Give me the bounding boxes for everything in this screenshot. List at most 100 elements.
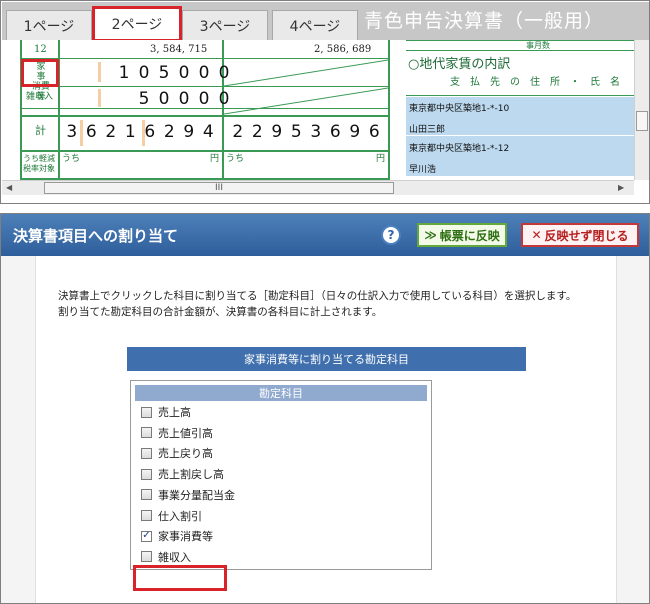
account-list-item[interactable]: ✓ 家事消費等 — [141, 527, 213, 545]
tab-page-2[interactable]: 2ページ — [92, 6, 182, 42]
vertical-scroll-thumb[interactable] — [636, 111, 648, 131]
amount-left: 3, 584, 715 — [150, 44, 208, 55]
payee-address: 東京都中央区築地1-*-12 — [409, 144, 510, 154]
payee-row[interactable]: 東京都中央区築地1-*-12 早川浩 — [406, 136, 634, 176]
amount-right: 2, 586, 689 — [314, 44, 372, 55]
payee-name: 早川浩 — [409, 165, 437, 175]
horizontal-scroll-thumb[interactable]: III — [44, 182, 394, 194]
dialog-margin — [1, 256, 35, 603]
account-list-item[interactable]: 売上戻り高 — [141, 444, 213, 462]
scroll-grip-icon: III — [215, 183, 223, 193]
digit: 9 — [183, 122, 195, 142]
payee-row[interactable]: 東京都中央区築地1-*-10 山田三郎 — [406, 97, 634, 135]
digit-separator — [98, 62, 101, 82]
form-line — [20, 150, 390, 152]
account-item-label: 家事消費等 — [158, 530, 213, 544]
reflect-button[interactable]: ≫ 帳票に反映 — [417, 223, 507, 247]
digit: 0 — [158, 89, 170, 109]
assign-target-header: 家事消費等に割り当てる勘定科目 — [127, 347, 526, 371]
digit: 5 — [158, 63, 170, 83]
payee-column-header: 支 払 先 の 住 所 ・ 氏 名 — [450, 77, 620, 88]
checkbox[interactable] — [141, 406, 152, 418]
account-list-item[interactable]: 仕入割引 — [141, 507, 202, 525]
reduced-tax-line1: うち軽減 — [23, 154, 55, 163]
dialog-header: 決算書項目への割り当て ? ≫ 帳票に反映 ✕ 反映せず閉じる — [1, 214, 649, 256]
digit: 2 — [251, 122, 263, 142]
household-amount[interactable]: 105000 — [114, 63, 234, 83]
yen-left: 円 — [210, 154, 220, 164]
checkbox[interactable] — [141, 468, 152, 480]
tab-page-3[interactable]: 3ページ — [182, 10, 268, 40]
misc-income-amount[interactable]: 50000 — [134, 89, 234, 109]
total-label: 計 — [35, 124, 46, 137]
scroll-right-icon[interactable]: ▶ — [618, 183, 624, 192]
selected-item-highlight — [133, 565, 227, 591]
document-title: 青色申告決算書（一般用） — [364, 10, 605, 32]
checked-checkbox[interactable]: ✓ — [141, 530, 152, 542]
digit: 0 — [178, 89, 190, 109]
account-list-item[interactable]: 売上高 — [141, 403, 191, 421]
close-icon: ✕ — [531, 228, 542, 242]
tab-label: 1ページ — [23, 18, 75, 35]
form-line — [406, 50, 634, 51]
checkbox[interactable] — [141, 551, 152, 563]
account-list-item[interactable]: 雑収入 — [141, 548, 191, 566]
digit: 5 — [138, 89, 150, 109]
digit: 2 — [105, 122, 117, 142]
row-number: 12 — [34, 44, 47, 55]
double-chevron-icon: ≫ — [424, 228, 437, 242]
form-page: 12 3, 584, 715 2, 586, 689 家 事 消費等 10500… — [2, 40, 634, 180]
digit: 0 — [198, 63, 210, 83]
digit: 0 — [178, 63, 190, 83]
empty-cell-slash — [224, 87, 388, 115]
tab-page-1[interactable]: 1ページ — [6, 10, 92, 40]
digit: 9 — [349, 122, 361, 142]
account-list-item[interactable]: 売上割戻し高 — [141, 465, 224, 483]
close-button-label: 反映せず閉じる — [544, 228, 629, 243]
account-item-label: 売上戻り高 — [158, 447, 213, 461]
reduced-tax-label: うち軽減 税率対象 — [23, 154, 55, 174]
description-line1: 決算書上でクリックした科目に割り当てる［勘定科目］（日々の仕訳入力で使用している… — [58, 290, 577, 302]
digit: 6 — [85, 122, 97, 142]
digit: 3 — [310, 122, 322, 142]
checkbox[interactable] — [141, 447, 152, 459]
help-icon[interactable]: ? — [381, 225, 401, 245]
page-tab-bar: 1ページ 2ページ 3ページ 4ページ 青色申告決算書（一般用） — [2, 2, 649, 42]
rent-breakdown-panel: 事月数 ○地代家賃の内訳 支 払 先 の 住 所 ・ 氏 名 東京都中央区築地1… — [406, 40, 634, 180]
digit: 6 — [329, 122, 341, 142]
digit: 5 — [290, 122, 302, 142]
form-line — [20, 115, 390, 117]
account-item-label: 雑収入 — [158, 550, 191, 564]
digit: 2 — [163, 122, 175, 142]
total-amount-right: 22953696 — [228, 122, 384, 142]
digit: 9 — [271, 122, 283, 142]
empty-cell-slash — [224, 59, 388, 87]
misc-income-label[interactable]: 雑収入 — [26, 92, 53, 102]
account-list-item[interactable]: 売上値引高 — [141, 424, 213, 442]
form-line — [406, 95, 634, 96]
form-line — [388, 40, 390, 180]
dialog-title: 決算書項目への割り当て — [13, 227, 179, 245]
digit: 3 — [66, 122, 78, 142]
horizontal-scrollbar[interactable]: ◀ III ▶ — [2, 180, 634, 195]
account-item-label: 売上値引高 — [158, 426, 213, 440]
vertical-scrollbar[interactable] — [634, 40, 649, 180]
account-listbox[interactable]: 勘定科目 売上高売上値引高売上戻り高売上割戻し高 事業分量配当金 仕入割引 ✓ 家事消費… — [130, 380, 432, 570]
digit: 6 — [144, 122, 156, 142]
checkbox[interactable] — [141, 510, 152, 521]
scroll-left-icon[interactable]: ◀ — [6, 183, 12, 192]
account-item-label: 売上高 — [158, 406, 191, 419]
checkbox[interactable] — [141, 427, 152, 439]
dialog-margin — [617, 256, 649, 603]
uchi-right: うち — [226, 154, 245, 164]
close-without-reflect-button[interactable]: ✕ 反映せず閉じる — [521, 223, 639, 247]
form-line — [406, 40, 634, 41]
payee-name: 山田三郎 — [409, 125, 446, 135]
assignment-dialog: 決算書項目への割り当て ? ≫ 帳票に反映 ✕ 反映せず閉じる 決算書上でクリッ… — [0, 213, 650, 604]
account-list-item[interactable]: 事業分量配当金 — [141, 486, 235, 504]
checkbox[interactable] — [141, 489, 152, 501]
tab-page-4[interactable]: 4ページ — [272, 10, 358, 40]
digit-separator — [98, 89, 101, 107]
payee-address: 東京都中央区築地1-*-10 — [409, 104, 510, 114]
account-list-header: 勘定科目 — [135, 385, 427, 401]
